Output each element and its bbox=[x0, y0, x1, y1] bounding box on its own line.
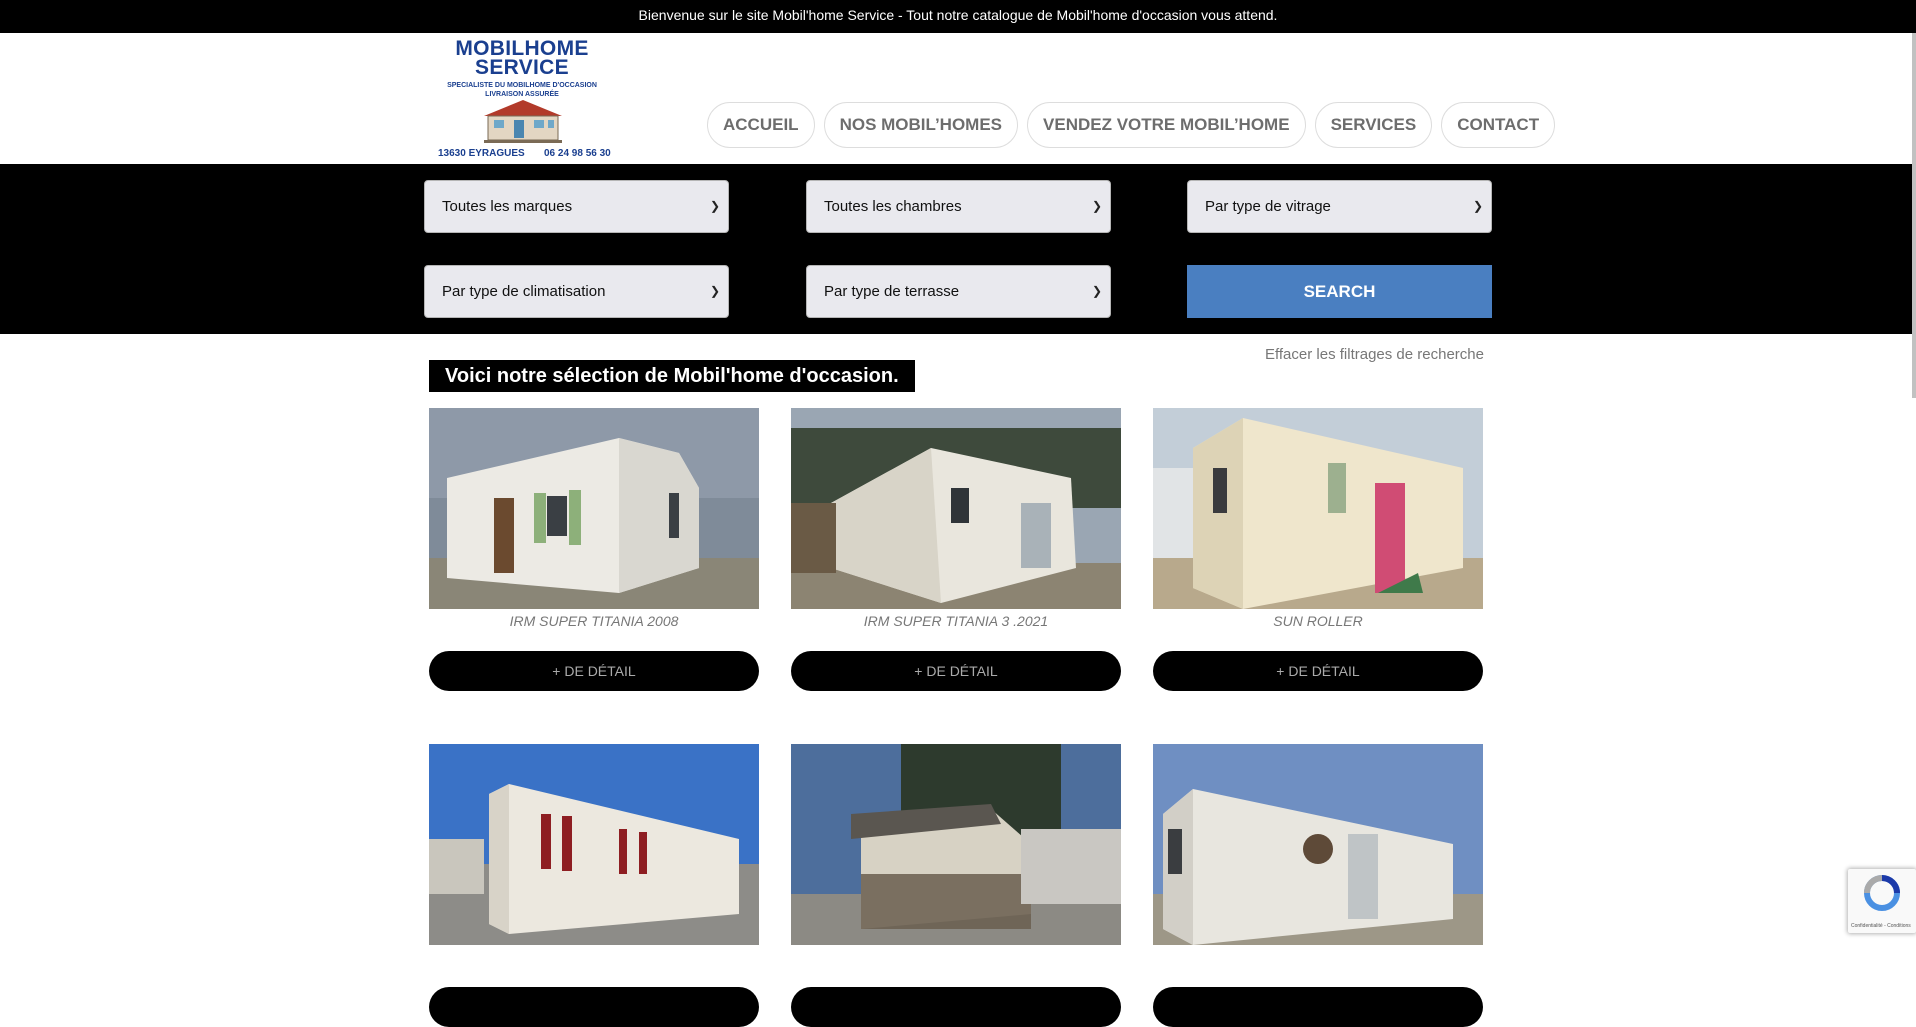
chevron-down-icon: ❯ bbox=[709, 284, 720, 298]
logo-tagline: SPECIALISTE DU MOBILHOME D'OCCASION LIVR… bbox=[432, 81, 612, 99]
recaptcha-text: Confidentialité - Conditions bbox=[1851, 923, 1911, 929]
listing-name bbox=[1153, 949, 1483, 965]
listing-photo[interactable] bbox=[1153, 408, 1483, 609]
nav-contact[interactable]: CONTACT bbox=[1441, 102, 1556, 148]
listing-photo[interactable] bbox=[429, 408, 759, 609]
chevron-down-icon: ❯ bbox=[1091, 284, 1102, 298]
listing-card: SUN ROLLER + DE DÉTAIL bbox=[1153, 408, 1483, 691]
listing-card bbox=[429, 744, 759, 1027]
listing-card: IRM SUPER TITANIA 3 .2021 + DE DÉTAIL bbox=[791, 408, 1121, 691]
page-scrollbar[interactable] bbox=[1912, 33, 1916, 398]
detail-button[interactable]: + DE DÉTAIL bbox=[429, 651, 759, 691]
brand-select[interactable]: Toutes les marques ❯ bbox=[424, 180, 729, 233]
listing-photo[interactable] bbox=[791, 408, 1121, 609]
chevron-down-icon: ❯ bbox=[1091, 199, 1102, 213]
detail-button[interactable] bbox=[791, 987, 1121, 1027]
chevron-down-icon: ❯ bbox=[1472, 199, 1483, 213]
listing-name: SUN ROLLER bbox=[1273, 613, 1363, 629]
aircon-select[interactable]: Par type de climatisation ❯ bbox=[424, 265, 729, 318]
listing-name: IRM SUPER TITANIA 2008 bbox=[509, 613, 679, 629]
detail-button[interactable] bbox=[429, 987, 759, 1027]
listing-name bbox=[791, 949, 1121, 965]
listing-card bbox=[1153, 744, 1483, 1027]
listing-name bbox=[429, 949, 759, 965]
terrace-select[interactable]: Par type de terrasse ❯ bbox=[806, 265, 1111, 318]
logo-phone: 06 24 98 56 30 bbox=[544, 148, 611, 159]
chevron-down-icon: ❯ bbox=[709, 199, 720, 213]
detail-button[interactable]: + DE DÉTAIL bbox=[791, 651, 1121, 691]
main-nav: ACCUEIL NOS MOBIL’HOMES VENDEZ VOTRE MOB… bbox=[707, 102, 1556, 148]
logo-line3: SPECIALISTE DU MOBILHOME D'OCCASION bbox=[447, 82, 597, 89]
listing-card bbox=[791, 744, 1121, 1027]
listing-card: IRM SUPER TITANIA 2008 + DE DÉTAIL bbox=[429, 408, 759, 691]
detail-button[interactable]: + DE DÉTAIL bbox=[1153, 651, 1483, 691]
listing-photo[interactable] bbox=[791, 744, 1121, 945]
recaptcha-badge[interactable]: Confidentialité - Conditions bbox=[1848, 869, 1916, 933]
recaptcha-icon bbox=[1864, 875, 1900, 911]
rooms-select-value: Toutes les chambres bbox=[824, 198, 962, 215]
clear-filters-link[interactable]: Effacer les filtrages de recherche bbox=[1265, 346, 1484, 363]
welcome-banner-text: Bienvenue sur le site Mobil'home Service… bbox=[638, 7, 1278, 23]
brand-select-value: Toutes les marques bbox=[442, 198, 573, 215]
welcome-banner: Bienvenue sur le site Mobil'home Service… bbox=[0, 0, 1916, 33]
page-title: Voici notre sélection de Mobil'home d'oc… bbox=[429, 360, 915, 392]
detail-button[interactable] bbox=[1153, 987, 1483, 1027]
logo-line2: SERVICE bbox=[475, 56, 569, 79]
glazing-select[interactable]: Par type de vitrage ❯ bbox=[1187, 180, 1492, 233]
site-logo[interactable]: MOBILHOME SERVICE SPECIALISTE DU MOBILHO… bbox=[432, 35, 612, 161]
glazing-select-value: Par type de vitrage bbox=[1205, 198, 1331, 215]
listing-photo[interactable] bbox=[1153, 744, 1483, 945]
nav-nos-mobilhomes[interactable]: NOS MOBIL’HOMES bbox=[823, 102, 1019, 148]
rooms-select[interactable]: Toutes les chambres ❯ bbox=[806, 180, 1111, 233]
nav-vendez-votre-mobilhome[interactable]: VENDEZ VOTRE MOBIL’HOME bbox=[1027, 102, 1306, 148]
listing-name: IRM SUPER TITANIA 3 .2021 bbox=[863, 613, 1049, 629]
logo-contact: 13630 EYRAGUES 06 24 98 56 30 bbox=[438, 148, 612, 159]
logo-city: 13630 EYRAGUES bbox=[438, 148, 525, 159]
mobilhome-icon bbox=[484, 100, 562, 143]
terrace-select-value: Par type de terrasse bbox=[824, 283, 960, 300]
listing-photo[interactable] bbox=[429, 744, 759, 945]
aircon-select-value: Par type de climatisation bbox=[442, 283, 606, 300]
search-button[interactable]: SEARCH bbox=[1187, 265, 1492, 318]
nav-accueil[interactable]: ACCUEIL bbox=[707, 102, 815, 148]
logo-wordmark: MOBILHOME SERVICE bbox=[432, 38, 612, 79]
nav-services[interactable]: SERVICES bbox=[1314, 102, 1433, 148]
